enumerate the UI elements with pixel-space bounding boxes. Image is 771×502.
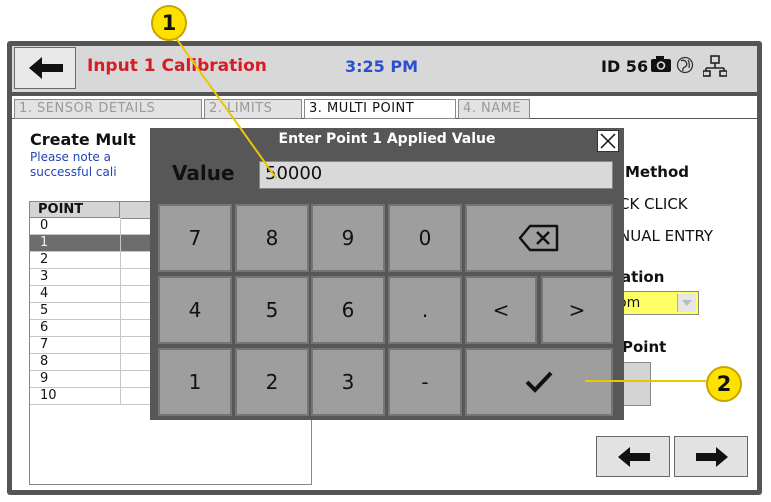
point-number: 8 <box>40 354 49 369</box>
previous-button[interactable] <box>596 436 670 477</box>
key-minus[interactable]: - <box>388 348 462 416</box>
next-button[interactable] <box>674 436 748 477</box>
arrow-left-icon <box>618 447 650 467</box>
clock: 3:25 PM <box>345 57 419 76</box>
value-input[interactable]: 50000 <box>259 161 613 189</box>
point-number: 4 <box>40 286 49 301</box>
chevron-down-icon <box>677 294 696 312</box>
key-4[interactable]: 4 <box>158 276 232 344</box>
page-title: Input 1 Calibration <box>87 56 267 76</box>
method-option-quick-click[interactable]: CK CLICK <box>619 195 688 213</box>
tab-limits[interactable]: 2. LIMITS <box>204 99 302 119</box>
unit-select[interactable]: om <box>611 291 699 315</box>
callout-marker-2: 2 <box>706 366 742 402</box>
close-button[interactable] <box>597 130 619 152</box>
point-number: 7 <box>40 337 49 352</box>
key-5[interactable]: 5 <box>235 276 309 344</box>
checkmark-icon <box>525 371 553 393</box>
note-line-2: successful cali <box>30 165 117 179</box>
tab-sensor-details[interactable]: 1. SENSOR DETAILS <box>14 99 202 119</box>
tab-name[interactable]: 4. NAME <box>458 99 530 119</box>
arrow-right-icon <box>696 447 728 467</box>
keypad-title: Enter Point 1 Applied Value <box>278 131 496 147</box>
point-number: 5 <box>40 303 49 318</box>
globe-icon[interactable] <box>676 56 694 74</box>
cursor-right-button[interactable]: > <box>541 276 613 344</box>
point-number: 9 <box>40 371 49 386</box>
tab-multi-point[interactable]: 3. MULTI POINT <box>304 99 456 119</box>
key-7[interactable]: 7 <box>158 204 232 272</box>
back-button[interactable] <box>14 47 76 89</box>
method-option-manual-entry[interactable]: NUAL ENTRY <box>619 227 713 245</box>
unit-label: ation <box>621 268 665 286</box>
key-0[interactable]: 0 <box>388 204 462 272</box>
method-label: Method <box>625 163 689 181</box>
point-number: 3 <box>40 269 49 284</box>
point-column-header: POINT <box>30 202 120 218</box>
point-number: 6 <box>40 320 49 335</box>
key-6[interactable]: 6 <box>311 276 385 344</box>
camera-icon[interactable] <box>650 55 672 73</box>
point-number: 0 <box>40 218 49 233</box>
device-id: ID 56 <box>601 57 649 76</box>
confirm-button[interactable] <box>465 348 613 416</box>
cursor-left-button[interactable]: < <box>465 276 537 344</box>
point-number: 1 <box>40 235 49 250</box>
arrow-left-icon <box>29 57 63 79</box>
point-number: 2 <box>40 252 49 267</box>
key-decimal[interactable]: . <box>388 276 462 344</box>
backspace-button[interactable] <box>465 204 613 272</box>
note-line-1: Please note a <box>30 150 111 164</box>
key-9[interactable]: 9 <box>311 204 385 272</box>
key-2[interactable]: 2 <box>235 348 309 416</box>
key-8[interactable]: 8 <box>235 204 309 272</box>
section-heading: Create Mult <box>30 130 136 149</box>
network-icon[interactable] <box>703 55 727 77</box>
callout-marker-1: 1 <box>151 5 187 41</box>
keypad-titlebar: Enter Point 1 Applied Value <box>150 128 624 152</box>
point-label: Point <box>622 338 667 356</box>
key-1[interactable]: 1 <box>158 348 232 416</box>
point-number: 10 <box>40 388 57 403</box>
value-label: Value <box>172 161 235 185</box>
backspace-icon <box>518 224 559 252</box>
key-3[interactable]: 3 <box>311 348 385 416</box>
close-icon <box>600 133 616 149</box>
